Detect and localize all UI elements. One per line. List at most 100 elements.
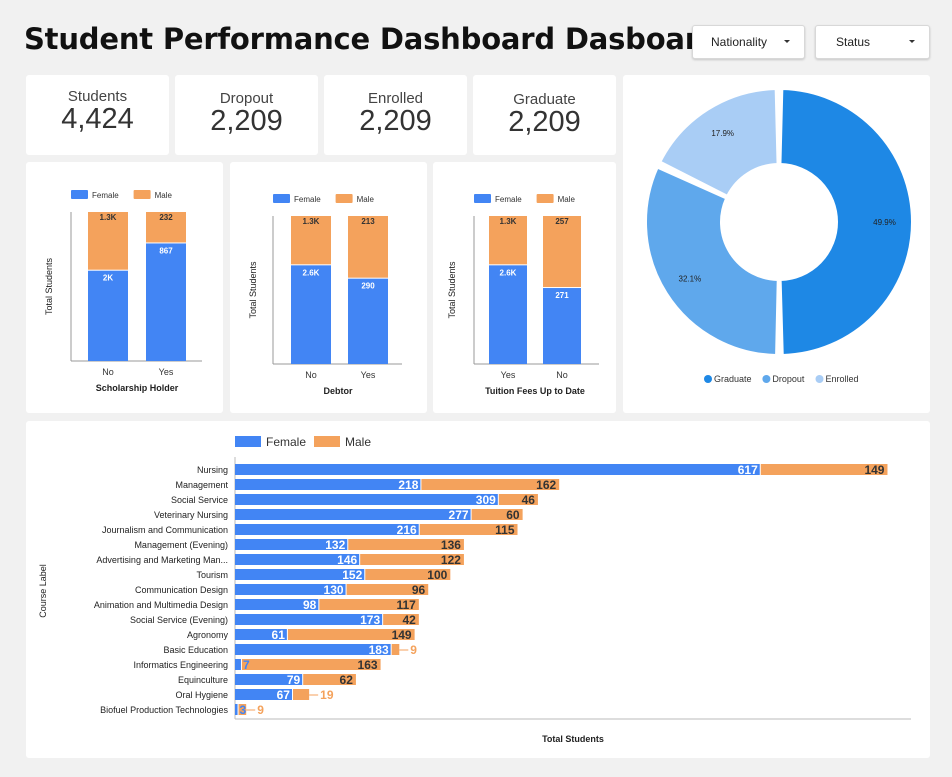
legend-label-female: Female bbox=[495, 195, 522, 204]
data-label-male: 9 bbox=[410, 643, 417, 657]
data-label-female: 309 bbox=[476, 493, 496, 507]
course-label: Equinculture bbox=[178, 675, 228, 685]
legend-swatch-female bbox=[273, 194, 290, 203]
data-label-male: 62 bbox=[340, 673, 354, 687]
bar-female bbox=[235, 704, 238, 715]
debtor-chart-card: Female Male Total Students 2.6K 1.3K No 290 213… bbox=[230, 162, 427, 413]
y-axis-title: Total Students bbox=[248, 261, 258, 319]
data-label-female: 290 bbox=[361, 282, 375, 291]
tuition-chart-card: Female Male Total Students 2.6K 1.3K Yes 271 25… bbox=[433, 162, 616, 413]
data-label-female: 67 bbox=[277, 688, 291, 702]
course-label: Tourism bbox=[196, 570, 228, 580]
data-label-female: 130 bbox=[324, 583, 344, 597]
data-label-male: 136 bbox=[441, 538, 461, 552]
data-label-male: 1.3K bbox=[500, 217, 517, 226]
data-label-female: 183 bbox=[369, 643, 389, 657]
data-label-female: 98 bbox=[303, 598, 317, 612]
donut-data-label: 32.1% bbox=[679, 274, 702, 283]
x-tick-label: No bbox=[305, 370, 317, 380]
bar-male bbox=[292, 689, 310, 700]
bar-female bbox=[235, 644, 391, 655]
kpi-value: 2,209 bbox=[210, 105, 283, 137]
kpi-card-enrolled: Enrolled 2,209 bbox=[324, 75, 467, 155]
nationality-filter-label: Nationality bbox=[711, 35, 768, 49]
kpi-value: 2,209 bbox=[508, 106, 581, 138]
course-label: Basic Education bbox=[163, 645, 228, 655]
y-axis-title: Total Students bbox=[44, 257, 54, 315]
bar-female bbox=[235, 509, 471, 520]
data-label-female: 146 bbox=[337, 553, 357, 567]
data-label-female: 867 bbox=[159, 246, 173, 255]
bar-female bbox=[235, 524, 419, 535]
bar-female-yes bbox=[146, 243, 186, 361]
bar-female-no bbox=[88, 270, 128, 361]
data-label-male: 96 bbox=[412, 583, 426, 597]
kpi-value: 2,209 bbox=[359, 105, 432, 137]
tuition-stacked-bar-chart: Female Male Total Students 2.6K 1.3K Yes 271 25… bbox=[447, 194, 599, 396]
x-axis-title: Debtor bbox=[324, 386, 353, 396]
data-label-male: 162 bbox=[536, 478, 556, 492]
data-label-male: 149 bbox=[864, 463, 884, 477]
data-label-male: 213 bbox=[361, 217, 375, 226]
bar-male-no bbox=[543, 216, 581, 288]
legend-label-female: Female bbox=[266, 435, 306, 449]
data-label-female: 2K bbox=[103, 274, 113, 283]
data-label-male: 100 bbox=[427, 568, 447, 582]
legend-label-male: Male bbox=[558, 195, 576, 204]
data-label-female: 7 bbox=[243, 658, 250, 672]
data-label-male: 115 bbox=[495, 523, 515, 537]
legend-label-enrolled: Enrolled bbox=[826, 374, 859, 384]
data-label-female: 79 bbox=[287, 673, 301, 687]
data-label-female: 617 bbox=[738, 463, 758, 477]
kpi-value: 4,424 bbox=[61, 103, 134, 135]
x-tick-label: Yes bbox=[159, 367, 174, 377]
x-tick-label: No bbox=[102, 367, 114, 377]
data-label-female: 173 bbox=[360, 613, 380, 627]
data-label-female: 2.6K bbox=[500, 268, 517, 277]
course-label: Informatics Engineering bbox=[133, 660, 228, 670]
x-tick-label: No bbox=[556, 370, 568, 380]
data-label-female: 132 bbox=[325, 538, 345, 552]
data-label-male: 9 bbox=[257, 703, 264, 717]
data-label-male: 46 bbox=[522, 493, 536, 507]
bar-female bbox=[235, 659, 241, 670]
status-filter-dropdown[interactable]: Status bbox=[815, 25, 930, 59]
data-label-female: 271 bbox=[555, 291, 569, 300]
course-label: Animation and Multimedia Design bbox=[94, 600, 228, 610]
data-label-male: 1.3K bbox=[100, 213, 117, 222]
bar-male bbox=[391, 644, 400, 655]
scholarship-stacked-bar-chart: Female Male Total Students 2K 1.3K No 867 232 Ye… bbox=[44, 190, 202, 393]
course-label: Communication Design bbox=[135, 585, 228, 595]
course-horizontal-bar-chart: Female Male Course Label Total Students Nurs… bbox=[38, 435, 911, 744]
data-label-male: 60 bbox=[506, 508, 520, 522]
legend-label-male: Male bbox=[345, 435, 371, 449]
legend-label-female: Female bbox=[92, 191, 119, 200]
data-label-male: 232 bbox=[159, 213, 173, 222]
course-label: Veterinary Nursing bbox=[154, 510, 228, 520]
legend-dot-enrolled bbox=[815, 375, 824, 383]
bar-female-yes bbox=[348, 278, 388, 364]
x-axis-title: Total Students bbox=[542, 734, 604, 744]
status-filter-label: Status bbox=[836, 35, 871, 49]
legend-swatch-male bbox=[536, 194, 554, 203]
data-label-male: 1.3K bbox=[303, 217, 320, 226]
y-axis-title: Course Label bbox=[38, 564, 48, 618]
course-label: Agronomy bbox=[187, 630, 229, 640]
bar-female-no bbox=[291, 265, 331, 364]
data-label-female: 61 bbox=[272, 628, 286, 642]
legend-swatch-female bbox=[474, 194, 491, 203]
data-label-male: 149 bbox=[392, 628, 412, 642]
course-chart-card: Female Male Course Label Total Students Nurs… bbox=[26, 421, 930, 758]
legend-label-male: Male bbox=[155, 191, 173, 200]
legend-label-male: Male bbox=[357, 195, 375, 204]
course-label: Advertising and Marketing Man... bbox=[96, 555, 228, 565]
course-label: Social Service bbox=[171, 495, 228, 505]
status-donut-card: 49.9% 32.1% 17.9% Graduate Dropout Enrolled bbox=[623, 75, 930, 413]
bar-female bbox=[235, 494, 498, 505]
bar-female bbox=[235, 464, 760, 475]
chevron-down-icon bbox=[909, 40, 915, 43]
donut-data-label: 49.9% bbox=[873, 218, 896, 227]
course-label: Social Service (Evening) bbox=[130, 615, 228, 625]
course-label: Journalism and Communication bbox=[102, 525, 228, 535]
nationality-filter-dropdown[interactable]: Nationality bbox=[692, 25, 805, 59]
